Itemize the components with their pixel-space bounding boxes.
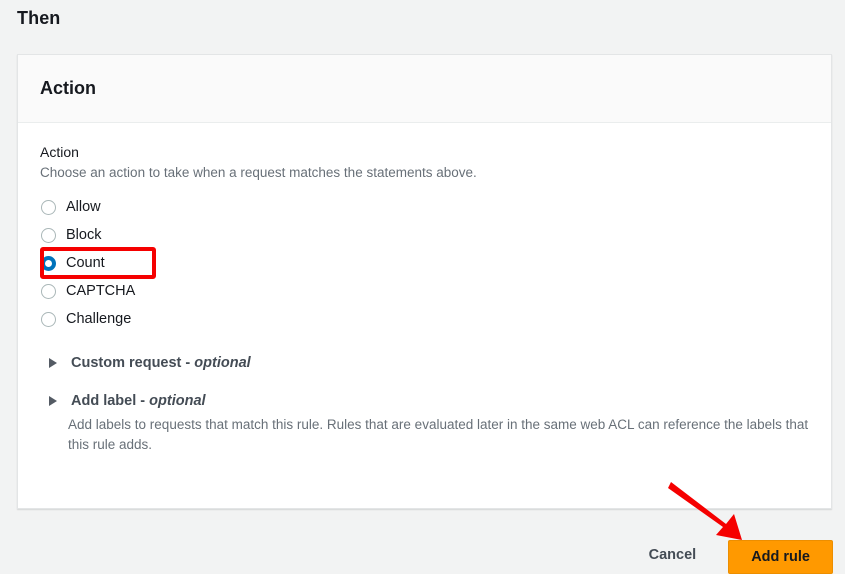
expandable-title-text: Add label [71,393,137,409]
caret-right-icon[interactable] [49,396,57,406]
action-card: Action Action Choose an action to take w… [17,54,832,509]
radio-option-label: Block [66,227,102,243]
card-body: Action Choose an action to take when a r… [18,123,831,455]
radio-icon[interactable] [41,311,56,327]
form-footer: Cancel Add rule [0,524,845,574]
action-field-description: Choose an action to take when a request … [40,165,477,180]
radio-option-block[interactable]: Block [40,221,809,249]
radio-option-captcha[interactable]: CAPTCHA [40,277,809,305]
expandable-optional-tag: optional [194,355,251,371]
radio-option-label: Challenge [66,311,132,327]
add-rule-button[interactable]: Add rule [728,540,833,574]
radio-icon-selected[interactable] [41,255,56,271]
radio-option-challenge[interactable]: Challenge [40,305,809,333]
radio-icon[interactable] [41,199,56,215]
radio-option-count[interactable]: Count [40,249,809,277]
radio-icon[interactable] [41,283,56,299]
expandable-description: Add labels to requests that match this r… [68,417,809,452]
action-radio-group[interactable]: Allow Block Count CAPTCHA Challenge [40,193,809,333]
cancel-button[interactable]: Cancel [643,540,703,570]
radio-option-label: Allow [66,199,101,215]
expandable-title: Custom request - optional [71,355,251,371]
caret-right-icon[interactable] [49,358,57,368]
expandable-optional-tag: optional [149,393,206,409]
expandable-title-separator: - [181,355,195,371]
expandable-title-separator: - [136,393,150,409]
expandable-title: Add label - optional [71,393,206,409]
page-title: Then [17,8,61,28]
card-header: Action [18,55,831,123]
radio-icon[interactable] [41,227,56,243]
radio-option-label: Count [66,255,105,271]
radio-option-label: CAPTCHA [66,283,136,299]
expandable-custom-request[interactable]: Custom request - optional [40,355,809,371]
expandable-title-text: Custom request [71,355,182,371]
radio-option-allow[interactable]: Allow [40,193,809,221]
card-header-title: Action [40,78,96,98]
action-field-label: Action [40,144,79,160]
expandable-add-label[interactable]: Add label - optional [40,393,809,409]
